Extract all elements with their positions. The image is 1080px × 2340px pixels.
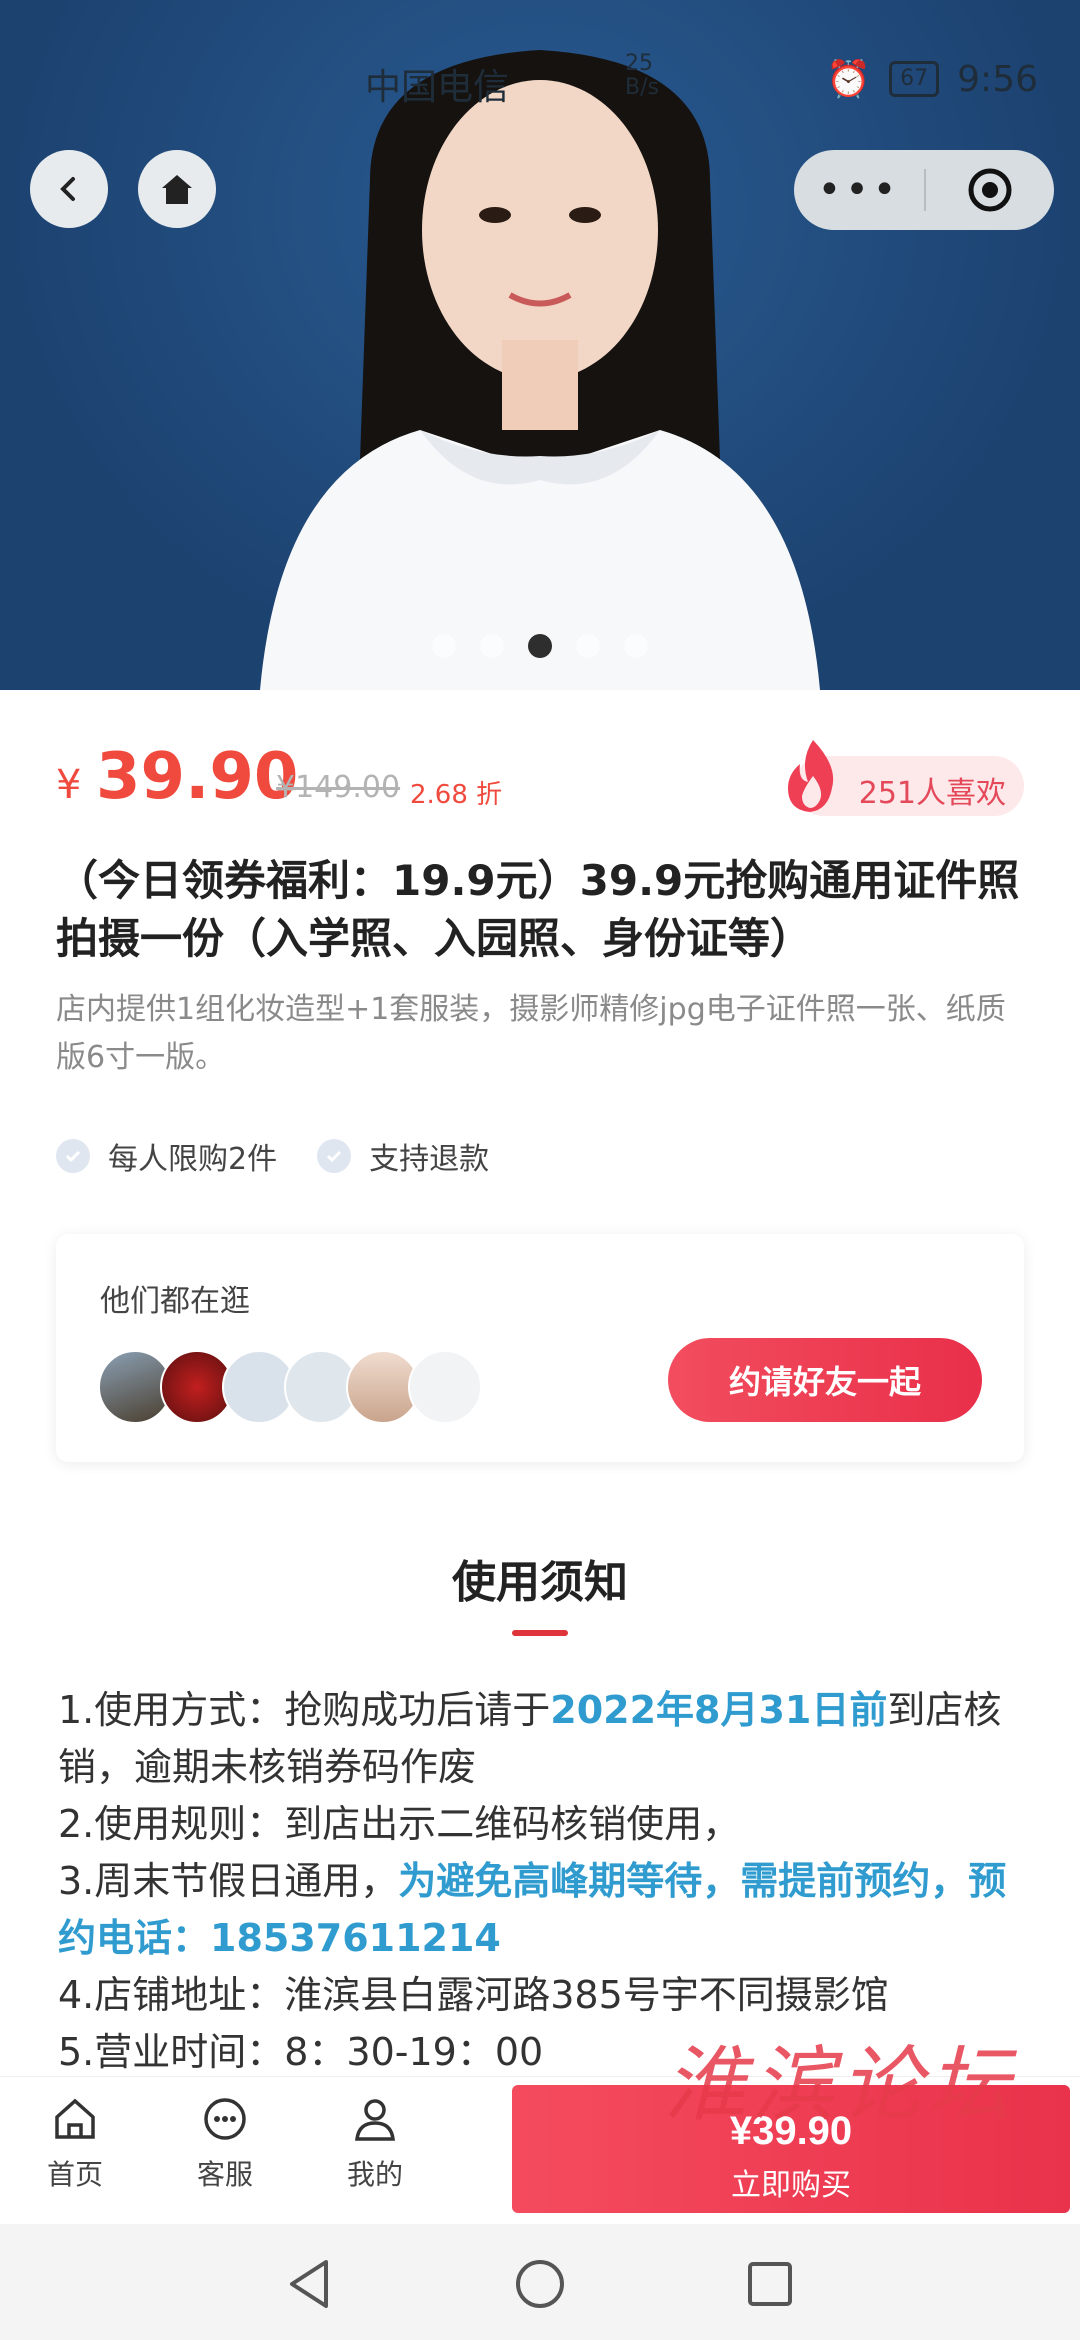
home-icon — [55, 2098, 95, 2139]
notice-title: 使用须知 — [452, 1557, 628, 1608]
pager-dot[interactable] — [432, 634, 456, 658]
tab-mine[interactable]: 我的 — [320, 2095, 430, 2193]
rule-3: 3.周末节假日通用，为避免高峰期等待，需提前预约，预约电话：1853761121… — [58, 1853, 1028, 1967]
user-icon — [355, 2099, 395, 2141]
browsing-card: 他们都在逛 约请好友一起 — [56, 1234, 1024, 1462]
status-bar: 中国电信 25 B/s ⏰ 67 9:56 — [0, 48, 1080, 109]
chevron-left-icon — [60, 177, 75, 201]
alarm-icon: ⏰ — [826, 59, 872, 100]
nav-back-icon[interactable] — [286, 2258, 334, 2310]
system-nav-bar — [0, 2224, 1080, 2340]
discount-label: 2.68 折 — [410, 780, 503, 810]
rule-4: 4.店铺地址：淮滨县白露河路385号宇不同摄影馆 — [58, 1973, 889, 2017]
price-row: ¥ 39.90 ¥149.00 2.68 折 251人喜欢 — [56, 740, 1024, 830]
tag-refund: 支持退款 — [317, 1134, 489, 1178]
tab-label: 我的 — [346, 2158, 403, 2191]
pager-dot[interactable] — [576, 634, 600, 658]
rule-deadline: 2022年8月31日前 — [550, 1688, 888, 1732]
forum-watermark: 淮滨论坛 — [664, 2038, 1016, 2133]
clock: 9:56 — [957, 58, 1038, 100]
likes-count: 251人喜欢 — [858, 776, 1006, 811]
rule-text: 3.周末节假日通用， — [58, 1859, 399, 1903]
flame-icon — [788, 740, 834, 812]
home-button[interactable] — [138, 150, 216, 228]
notice-underline — [512, 1630, 568, 1636]
product-description: 店内提供1组化妆造型+1套服装，摄影师精修jpg电子证件照一张、纸质版6寸一版。 — [56, 992, 1006, 1075]
tag-purchase-limit: 每人限购2件 — [56, 1134, 277, 1178]
nav-recents-icon[interactable] — [746, 2258, 794, 2310]
check-icon — [56, 1139, 90, 1173]
buy-label: 立即购买 — [731, 2168, 851, 2202]
tab-label: 客服 — [196, 2158, 253, 2191]
close-miniapp-button[interactable] — [926, 166, 1054, 214]
product-photo — [260, 50, 820, 690]
likes-badge[interactable]: 251人喜欢 — [788, 740, 1024, 816]
pager-dot[interactable] — [624, 634, 648, 658]
tab-label: 首页 — [46, 2158, 103, 2191]
battery-indicator: 67 — [889, 61, 940, 97]
home-icon — [162, 175, 192, 204]
tag-label: 支持退款 — [369, 1142, 490, 1177]
tab-home[interactable]: 首页 — [20, 2095, 130, 2193]
rule-1: 1.使用方式：抢购成功后请于2022年8月31日前到店核销，逾期未核销券码作废 — [58, 1682, 1028, 1796]
check-icon — [317, 1139, 352, 1173]
carrier-label: 中国电信 — [365, 67, 510, 108]
tab-service[interactable]: 客服 — [170, 2095, 280, 2193]
tag-label: 每人限购2件 — [108, 1142, 278, 1177]
product-title: （今日领券福利：19.9元）39.9元抢购通用证件照拍摄一份（入学照、入园照、身… — [56, 856, 1020, 963]
chat-icon — [204, 2098, 246, 2140]
more-avatars-icon — [408, 1350, 482, 1424]
product-image-carousel[interactable]: 中国电信 25 B/s ⏰ 67 9:56 ••• — [0, 0, 1080, 690]
target-icon — [968, 168, 1012, 212]
browsing-label: 他们都在逛 — [100, 1284, 250, 1319]
carousel-pager — [0, 634, 1080, 658]
price-value: 39.90 — [96, 740, 299, 814]
network-speed: 25 B/s — [625, 51, 659, 100]
miniapp-capsule: ••• — [794, 150, 1054, 230]
nav-home-icon[interactable] — [514, 2258, 566, 2310]
price-currency: ¥ — [56, 762, 82, 808]
rule-2: 2.使用规则：到店出示二维码核销使用， — [58, 1802, 741, 1846]
back-button[interactable] — [30, 150, 108, 228]
more-button[interactable]: ••• — [794, 167, 924, 213]
avatar-group[interactable] — [98, 1350, 482, 1424]
pager-dot[interactable] — [528, 634, 552, 658]
original-price: ¥149.00 — [276, 770, 401, 805]
pager-dot[interactable] — [480, 634, 504, 658]
rule-text: 1.使用方式：抢购成功后请于 — [58, 1688, 551, 1732]
service-tags: 每人限购2件 支持退款 — [56, 1134, 489, 1178]
invite-friends-button[interactable]: 约请好友一起 — [668, 1338, 982, 1422]
